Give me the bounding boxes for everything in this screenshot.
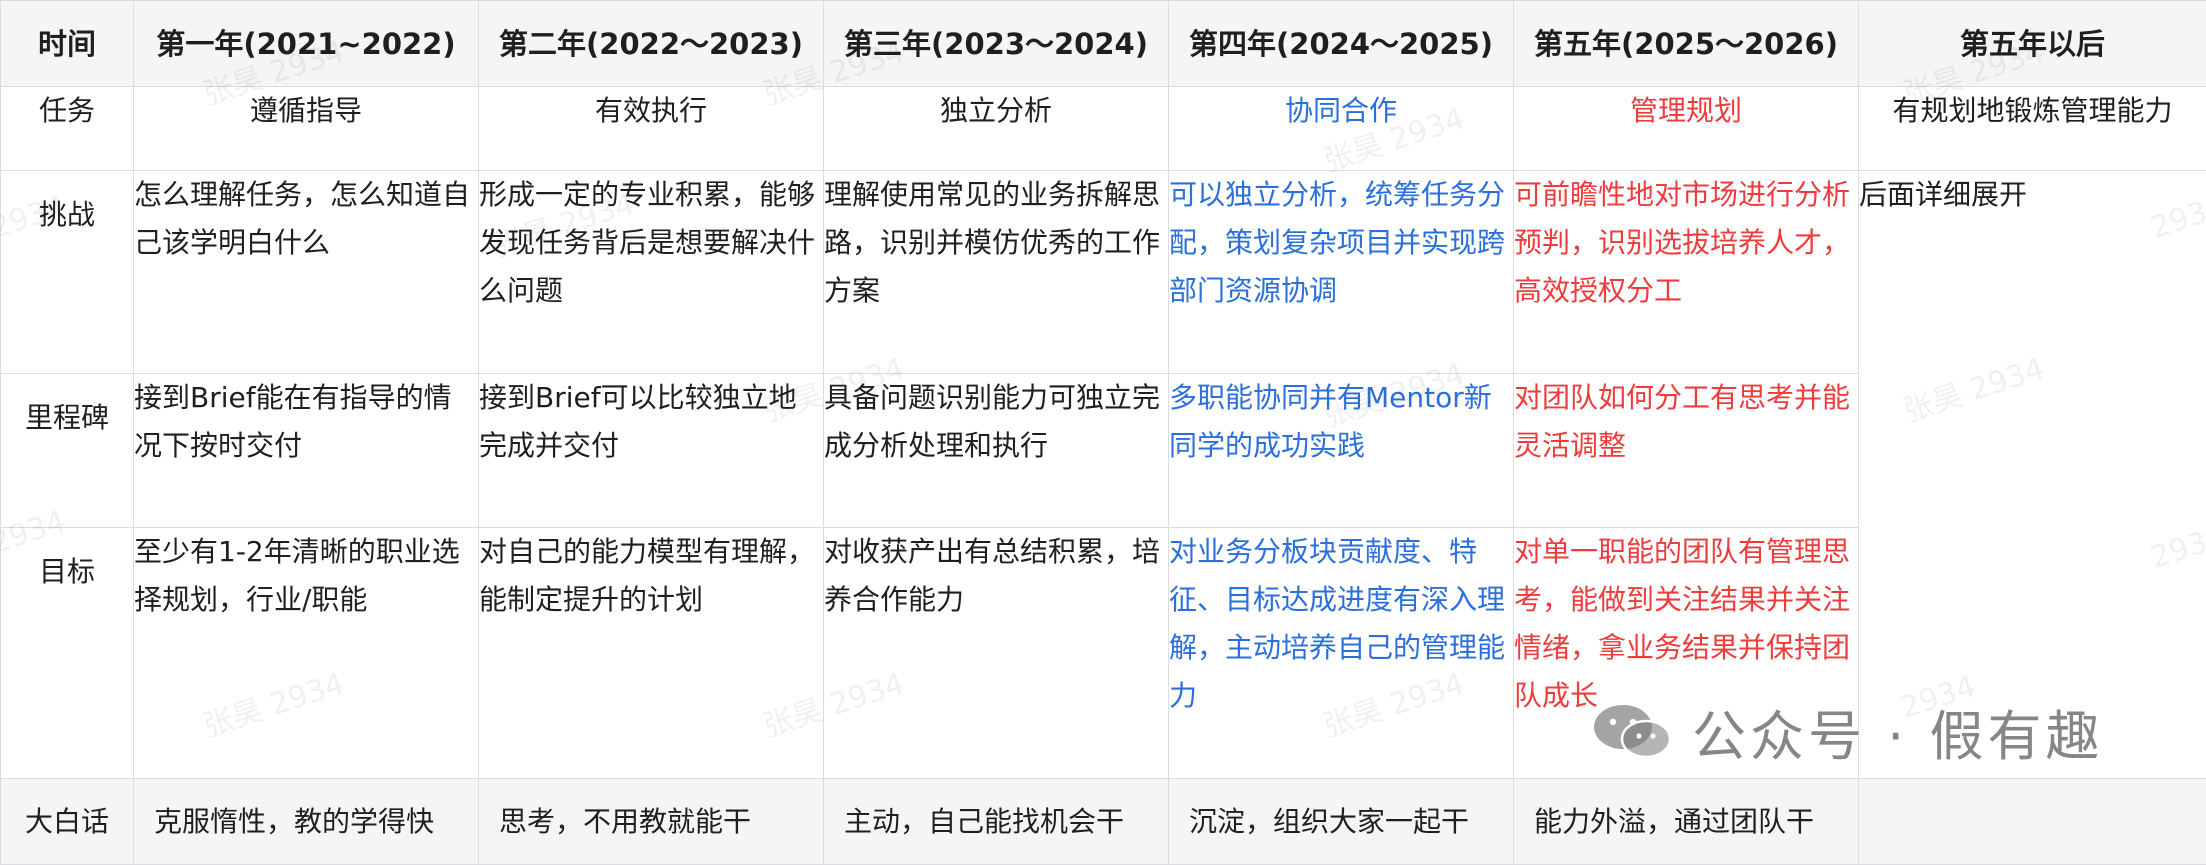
plain-cell-year-4: 沉淀，组织大家一起干: [1169, 779, 1514, 865]
challenge-cell-year-3: 理解使用常见的业务拆解思路，识别并模仿优秀的工作方案: [824, 171, 1169, 374]
challenge-cell-year-2: 形成一定的专业积累，能够发现任务背后是想要解决什么问题: [479, 171, 824, 374]
header-year-3: 第三年(2023～2024): [824, 1, 1169, 87]
challenge-cell-after-year-5: 后面详细展开: [1859, 171, 2206, 779]
task-cell-after-year-5: 有规划地锻炼管理能力: [1859, 87, 2206, 171]
plain-cell-year-3: 主动，自己能找机会干: [824, 779, 1169, 865]
task-cell-year-1: 遵循指导: [134, 87, 479, 171]
task-row: 任务 遵循指导 有效执行 独立分析 协同合作 管理规划 有规划地锻炼管理能力: [1, 87, 2206, 171]
goal-cell-year-1: 至少有1-2年清晰的职业选择规划，行业/职能: [134, 528, 479, 779]
milestone-cell-year-5: 对团队如何分工有思考并能灵活调整: [1514, 374, 1859, 528]
milestone-cell-year-1: 接到Brief能在有指导的情况下按时交付: [134, 374, 479, 528]
row-label-milestone: 里程碑: [1, 374, 134, 528]
header-after-year-5: 第五年以后: [1859, 1, 2206, 87]
milestone-cell-year-4: 多职能协同并有Mentor新同学的成功实践: [1169, 374, 1514, 528]
challenge-row: 挑战 怎么理解任务，怎么知道自己该学明白什么 形成一定的专业积累，能够发现任务背…: [1, 171, 2206, 374]
task-cell-year-4: 协同合作: [1169, 87, 1514, 171]
task-cell-year-2: 有效执行: [479, 87, 824, 171]
header-time: 时间: [1, 1, 134, 87]
plain-cell-year-1: 克服惰性，教的学得快: [134, 779, 479, 865]
milestone-cell-year-3: 具备问题识别能力可独立完成分析处理和执行: [824, 374, 1169, 528]
plain-cell-year-5: 能力外溢，通过团队干: [1514, 779, 1859, 865]
goal-cell-year-3: 对收获产出有总结积累，培养合作能力: [824, 528, 1169, 779]
task-cell-year-5: 管理规划: [1514, 87, 1859, 171]
challenge-cell-year-5: 可前瞻性地对市场进行分析预判，识别选拔培养人才，高效授权分工: [1514, 171, 1859, 374]
challenge-cell-year-4: 可以独立分析，统筹任务分配，策划复杂项目并实现跨部门资源协调: [1169, 171, 1514, 374]
goal-cell-year-4: 对业务分板块贡献度、特征、目标达成进度有深入理解，主动培养自己的管理能力: [1169, 528, 1514, 779]
row-label-goal: 目标: [1, 528, 134, 779]
task-cell-year-3: 独立分析: [824, 87, 1169, 171]
header-row: 时间 第一年(2021~2022) 第二年(2022～2023) 第三年(202…: [1, 1, 2206, 87]
goal-cell-year-5: 对单一职能的团队有管理思考，能做到关注结果并关注情绪，拿业务结果并保持团队成长: [1514, 528, 1859, 779]
header-year-1: 第一年(2021~2022): [134, 1, 479, 87]
row-label-task: 任务: [1, 87, 134, 171]
row-label-challenge: 挑战: [1, 171, 134, 374]
plain-talk-row: 大白话 克服惰性，教的学得快 思考，不用教就能干 主动，自己能找机会干 沉淀，组…: [1, 779, 2206, 865]
header-year-5: 第五年(2025～2026): [1514, 1, 1859, 87]
milestone-cell-year-2: 接到Brief可以比较独立地完成并交付: [479, 374, 824, 528]
header-year-4: 第四年(2024～2025): [1169, 1, 1514, 87]
goal-cell-year-2: 对自己的能力模型有理解，能制定提升的计划: [479, 528, 824, 779]
header-year-2: 第二年(2022～2023): [479, 1, 824, 87]
career-plan-table: 时间 第一年(2021~2022) 第二年(2022～2023) 第三年(202…: [0, 0, 2206, 865]
plain-cell-after-year-5: [1859, 779, 2206, 865]
plain-cell-year-2: 思考，不用教就能干: [479, 779, 824, 865]
row-label-plain-talk: 大白话: [1, 779, 134, 865]
challenge-cell-year-1: 怎么理解任务，怎么知道自己该学明白什么: [134, 171, 479, 374]
